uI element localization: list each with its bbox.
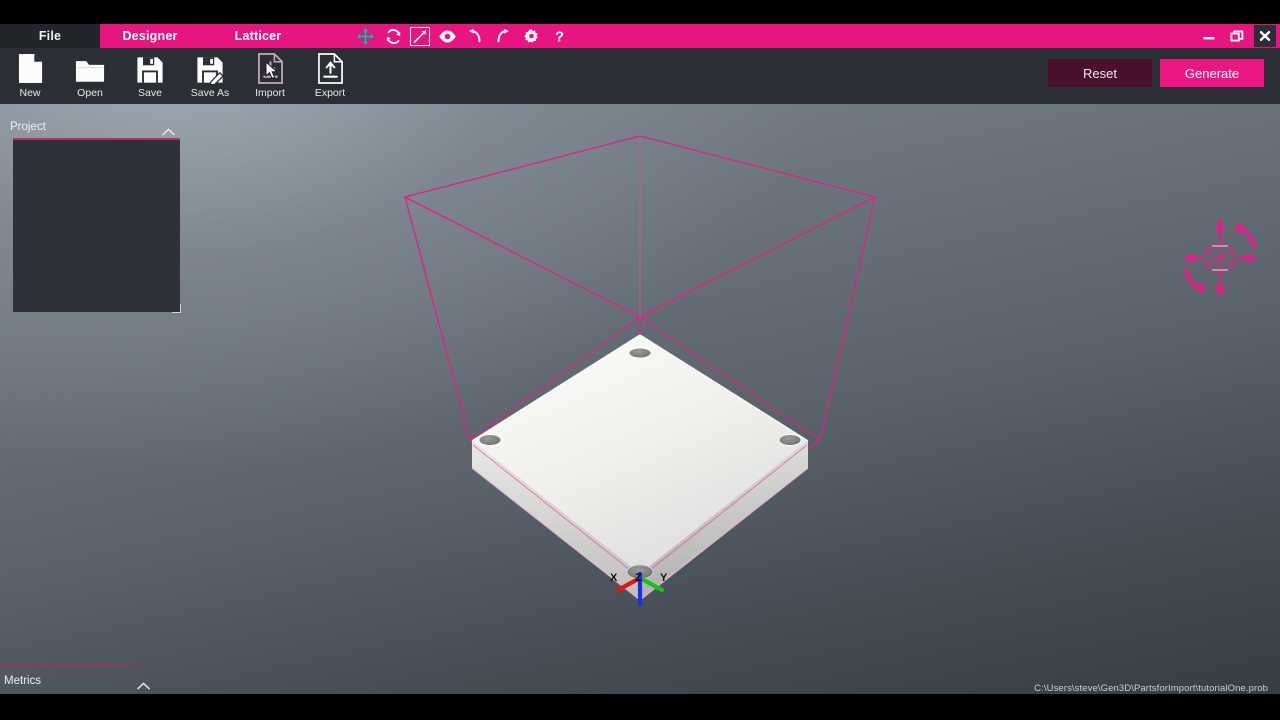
axis-label-y: Y (660, 572, 668, 584)
tab-designer[interactable]: Designer (100, 24, 200, 48)
redo-icon[interactable] (492, 25, 514, 47)
generate-button[interactable]: Generate (1160, 59, 1264, 87)
orbit-navigation-gizmo-icon[interactable] (1174, 212, 1266, 304)
tab-designer-label: Designer (122, 29, 178, 43)
export-button-label: Export (314, 87, 346, 99)
metrics-panel-header[interactable]: Metrics (4, 672, 150, 689)
tab-latticer-label: Latticer (234, 29, 282, 43)
metrics-panel-divider (0, 664, 155, 666)
part-plate[interactable] (471, 334, 809, 601)
status-file-path: C:\Users\steve\Gen3D\PartsforImport\tuto… (1034, 683, 1268, 694)
open-button-label: Open (77, 87, 103, 99)
visibility-eye-icon[interactable] (436, 25, 458, 47)
undo-icon[interactable] (464, 25, 486, 47)
plate-hole-top (628, 347, 652, 359)
project-panel-body[interactable] (13, 138, 180, 312)
measure-icon[interactable] (410, 26, 430, 46)
metrics-panel-title: Metrics (4, 674, 42, 687)
ribbon-toolbar: New Open Save Save As Import Export Rese… (0, 48, 1280, 104)
new-button-label: New (19, 87, 41, 99)
ribbon-button-group: New Open Save Save As Import Export (0, 48, 360, 104)
letterbox-bottom (0, 694, 1280, 720)
project-panel-title: Project (10, 120, 46, 133)
title-bar: File Designer Latticer ? (0, 24, 1280, 48)
svg-text:?: ? (554, 29, 563, 45)
plate-hole-right (778, 434, 802, 446)
close-icon[interactable] (1254, 25, 1276, 47)
window-controls (1198, 24, 1276, 48)
chevron-up-icon[interactable] (162, 123, 175, 135)
project-panel-resize-handle[interactable] (172, 304, 181, 313)
save-as-button[interactable]: Save As (180, 48, 240, 104)
plate-hole-left (478, 434, 502, 446)
export-up-arrow-icon (317, 52, 344, 84)
letterbox-top (0, 0, 1280, 24)
tab-file[interactable]: File (0, 24, 100, 48)
move-icon[interactable] (354, 25, 376, 47)
save-button[interactable]: Save (120, 48, 180, 104)
save-floppy-icon (136, 52, 164, 84)
tab-latticer[interactable]: Latticer (208, 24, 308, 48)
new-file-icon (17, 52, 44, 84)
generate-button-label: Generate (1184, 65, 1240, 81)
scene-canvas (404, 135, 876, 607)
restore-icon[interactable] (1226, 25, 1248, 47)
save-as-button-label: Save As (190, 87, 230, 99)
export-button[interactable]: Export (300, 48, 360, 104)
tab-file-label: File (38, 29, 62, 43)
viewport-3d[interactable]: X Y Z (0, 104, 1280, 694)
reset-button-label: Reset (1083, 65, 1117, 81)
help-icon[interactable]: ? (548, 25, 570, 47)
axis-label-x: X (610, 572, 618, 584)
minimize-icon[interactable] (1198, 25, 1220, 47)
import-down-arrow-icon (257, 52, 284, 84)
save-button-label: Save (138, 87, 162, 99)
gear-icon[interactable] (520, 25, 542, 47)
quick-tools: ? (354, 24, 570, 48)
new-button[interactable]: New (0, 48, 60, 104)
import-button-label: Import (255, 87, 285, 99)
open-folder-icon (75, 52, 105, 84)
reset-button[interactable]: Reset (1048, 59, 1152, 87)
axis-label-z: Z (635, 572, 642, 584)
open-button[interactable]: Open (60, 48, 120, 104)
chevron-up-icon[interactable] (137, 677, 150, 689)
project-panel-header[interactable]: Project (10, 118, 175, 135)
application-window: File Designer Latticer ? New Open Save S… (0, 0, 1280, 720)
import-button[interactable]: Import (240, 48, 300, 104)
save-as-floppy-icon (196, 52, 224, 84)
rotate-icon[interactable] (382, 25, 404, 47)
